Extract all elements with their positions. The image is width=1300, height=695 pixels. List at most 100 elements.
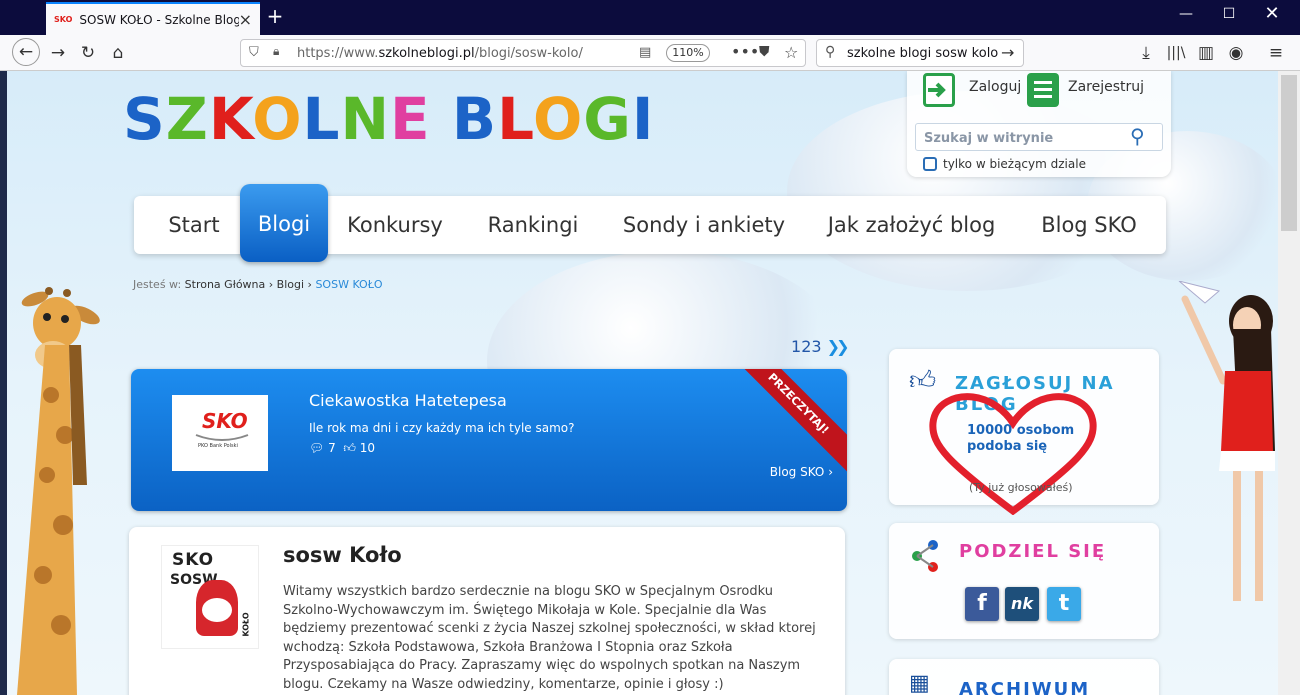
page-1[interactable]: 1 [791,337,801,356]
page-scrollbar[interactable] [1278,71,1300,695]
login-link[interactable]: Zaloguj [969,79,1021,95]
menu-item-start[interactable]: Start [154,196,234,254]
giraffe-illustration [17,287,100,695]
read-ribbon: PRZECZYTAJ! [728,369,847,474]
blog-avatar-logo: SKO [172,550,215,570]
site-logo[interactable]: SZKOLNE BLOGI [123,87,654,151]
shield-icon[interactable]: ⛉ [249,45,259,60]
blog-description: Witamy wszystkich bardzo serdecznie na b… [283,584,816,692]
tab-active[interactable]: SKO SOSW KOŁO - Szkolne Blogi × [46,2,260,35]
minimize-icon[interactable]: — [1176,6,1196,22]
lock-icon[interactable]: 🔒︎ [273,44,279,59]
search-bar[interactable]: ⚲ szkolne blogi sosw kolo → [816,39,1024,67]
menu-item-blogi[interactable]: Blogi [240,184,328,262]
twitter-share-button[interactable]: t [1047,587,1081,621]
share-box: PODZIEL SIĘ f nk t [889,523,1159,639]
share-title: PODZIEL SIĘ [959,541,1107,562]
breadcrumb: Jesteś w: Strona Główna › Blogi › SOSW K… [133,278,383,291]
favicon: SKO [54,15,73,24]
search-icon: ⚲ [825,44,836,60]
site-search-placeholder: Szukaj w witrynie [924,131,1054,146]
reload-icon[interactable]: ↻ [76,41,100,65]
santa-beard [202,598,232,622]
reader-icon[interactable]: ▤ [639,45,651,60]
menu-item-jak-zalozyc[interactable]: Jak założyć blog [824,196,999,254]
comment-count: 7 [328,441,336,455]
next-page-icon[interactable]: ❯❯ [827,337,850,356]
pocket-icon[interactable]: ⛊ [759,44,770,60]
breadcrumb-prefix: Jesteś w: [133,278,182,291]
login-icon[interactable] [923,73,955,107]
featured-image-logo: SKO [202,409,248,433]
blog-title: sosw Koło [283,543,402,567]
thumbs-up-icon: 👍︎ [909,366,937,396]
main-menu: Start Blogi Konkursy Rankingi Sondy i an… [134,184,1166,262]
account-icon[interactable]: ◉ [1224,41,1248,65]
forward-icon[interactable]: → [46,41,70,65]
featured-post[interactable]: SKO PKO Bank Polski Ciekawostka Hatetepe… [131,369,847,511]
menu-item-konkursy[interactable]: Konkursy [340,196,450,254]
url-bar[interactable]: ⛉ 🔒︎ https://www.szkolneblogi.pl/blogi/s… [240,39,806,67]
scrollbar-thumb[interactable] [1281,75,1297,231]
featured-image[interactable]: SKO PKO Bank Polski [172,395,268,471]
page-2[interactable]: 2 [801,337,811,356]
featured-pagination: 123 ❯❯ [791,337,850,356]
blog-card: SKO SOSW KOŁO sosw Koło Witamy wszystkic… [129,527,845,695]
register-link[interactable]: Zarejestruj [1068,79,1144,95]
url-text[interactable]: https://www.szkolneblogi.pl/blogi/sosw-k… [297,46,583,61]
page-viewport: SZKOLNE BLOGI Zaloguj Zarejestruj Szukaj… [7,71,1278,695]
menu-item-blog-sko[interactable]: Blog SKO [1029,196,1149,254]
breadcrumb-blogi[interactable]: Blogi [277,278,304,291]
archive-title: ARCHIWUM [959,679,1091,695]
featured-description: Ile rok ma dni i czy każdy ma ich tyle s… [309,421,575,435]
vote-box: 👍︎ ZAGŁOSUJ NA BLOG 10000 osobom podoba … [889,349,1159,515]
girl-illustration [1178,281,1275,601]
blog-avatar: SKO SOSW KOŁO [161,545,259,649]
nk-share-button[interactable]: nk [1005,587,1039,621]
featured-blog-link[interactable]: Blog SKO › [770,465,833,479]
menu-icon[interactable]: ≡ [1264,41,1288,65]
new-tab-icon[interactable]: + [264,4,286,28]
navigation-toolbar: ← → ↻ ⌂ ⛉ 🔒︎ https://www.szkolneblogi.pl… [0,35,1300,71]
zoom-level[interactable]: 110% [666,44,710,62]
breadcrumb-current: SOSW KOŁO [315,278,383,291]
search-scope-label: tylko w bieżącym dziale [943,157,1086,171]
tab-bar: SKO SOSW KOŁO - Szkolne Blogi × + — ☐ ✕ [0,0,1300,35]
home-icon[interactable]: ⌂ [106,41,130,65]
facebook-share-button[interactable]: f [965,587,999,621]
library-icon[interactable]: |||\ [1164,41,1188,65]
thumbs-up-icon: 👍︎ [343,441,356,455]
blog-avatar-kolo: KOŁO [241,612,251,637]
featured-image-sub: PKO Bank Polski [198,443,238,449]
site-search-input[interactable]: Szukaj w witrynie ⚲ [915,123,1163,151]
chevron-right-icon: › [268,278,274,291]
back-icon[interactable]: ← [12,38,40,66]
archive-box: ▦ ARCHIWUM [889,659,1159,695]
star-icon[interactable]: ☆ [784,43,798,62]
menu-item-rankingi[interactable]: Rankingi [478,196,588,254]
search-query[interactable]: szkolne blogi sosw kolo [847,46,998,61]
download-icon[interactable]: ⤓ [1134,41,1158,65]
sidebar-icon[interactable]: ▥ [1194,41,1218,65]
menu-item-sondy[interactable]: Sondy i ankiety [614,196,794,254]
comment-icon: 💬︎ [309,441,325,455]
browser-window: SKO SOSW KOŁO - Szkolne Blogi × + — ☐ ✕ … [0,0,1300,695]
search-go-icon[interactable]: → [1001,43,1014,62]
close-window-icon[interactable]: ✕ [1262,3,1282,24]
more-icon[interactable]: ••• [731,42,759,61]
page-3[interactable]: 3 [811,337,821,356]
like-count: 10 [359,441,375,455]
blog-avatar-side: SOSW [170,572,218,588]
magnifier-icon[interactable]: ⚲ [1130,124,1145,148]
featured-stats: 💬︎ 7 👍︎ 10 [309,441,375,456]
chevron-right-icon: › [307,278,312,291]
tab-title: SOSW KOŁO - Szkolne Blogi [79,12,239,27]
vote-note: (Ty już głosowałeś) [969,481,1073,494]
calendar-icon: ▦ [909,671,930,695]
featured-title[interactable]: Ciekawostka Hatetepesa [309,391,507,410]
tab-close-icon[interactable]: × [239,10,252,29]
search-scope-checkbox[interactable] [923,157,937,171]
breadcrumb-home[interactable]: Strona Główna [185,278,266,291]
register-icon[interactable] [1027,73,1059,107]
maximize-icon[interactable]: ☐ [1219,6,1239,22]
